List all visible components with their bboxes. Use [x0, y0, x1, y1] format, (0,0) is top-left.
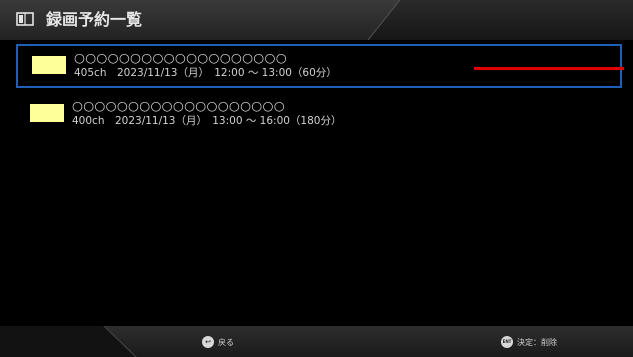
- recording-list-icon: [16, 12, 34, 26]
- reservation-item[interactable]: ○○○○○○○○○○○○○○○○○○○ 400ch 2023/11/13（月） …: [16, 94, 622, 138]
- program-schedule: 405ch 2023/11/13（月） 12:00 ～ 13:00（60分）: [74, 67, 337, 79]
- page-title: 録画予約一覧: [46, 10, 143, 29]
- confirm-label: 決定：削除: [517, 337, 557, 347]
- program-title: ○○○○○○○○○○○○○○○○○○○: [72, 98, 285, 113]
- program-thumbnail: [32, 56, 66, 74]
- header-bar: 録画予約一覧: [0, 0, 633, 40]
- back-arrow-icon: ↩: [202, 336, 214, 348]
- confirm-delete-hint[interactable]: ENT 決定：削除: [501, 335, 557, 349]
- reservation-list-screen: 録画予約一覧 ○○○○○○○○○○○○○○○○○○○ 405ch 2023/11…: [0, 0, 633, 357]
- reservation-item[interactable]: ○○○○○○○○○○○○○○○○○○○ 405ch 2023/11/13（月） …: [16, 44, 624, 88]
- enter-button-icon: ENT: [501, 336, 513, 348]
- program-schedule: 400ch 2023/11/13（月） 13:00 ～ 16:00（180分）: [72, 115, 342, 127]
- back-label: 戻る: [218, 337, 234, 347]
- program-thumbnail: [30, 104, 64, 122]
- footer-bar: ↩ 戻る ENT 決定：削除: [0, 326, 633, 357]
- selection-marker: [474, 67, 624, 70]
- program-title: ○○○○○○○○○○○○○○○○○○○: [74, 50, 287, 65]
- back-hint[interactable]: ↩ 戻る: [202, 335, 234, 349]
